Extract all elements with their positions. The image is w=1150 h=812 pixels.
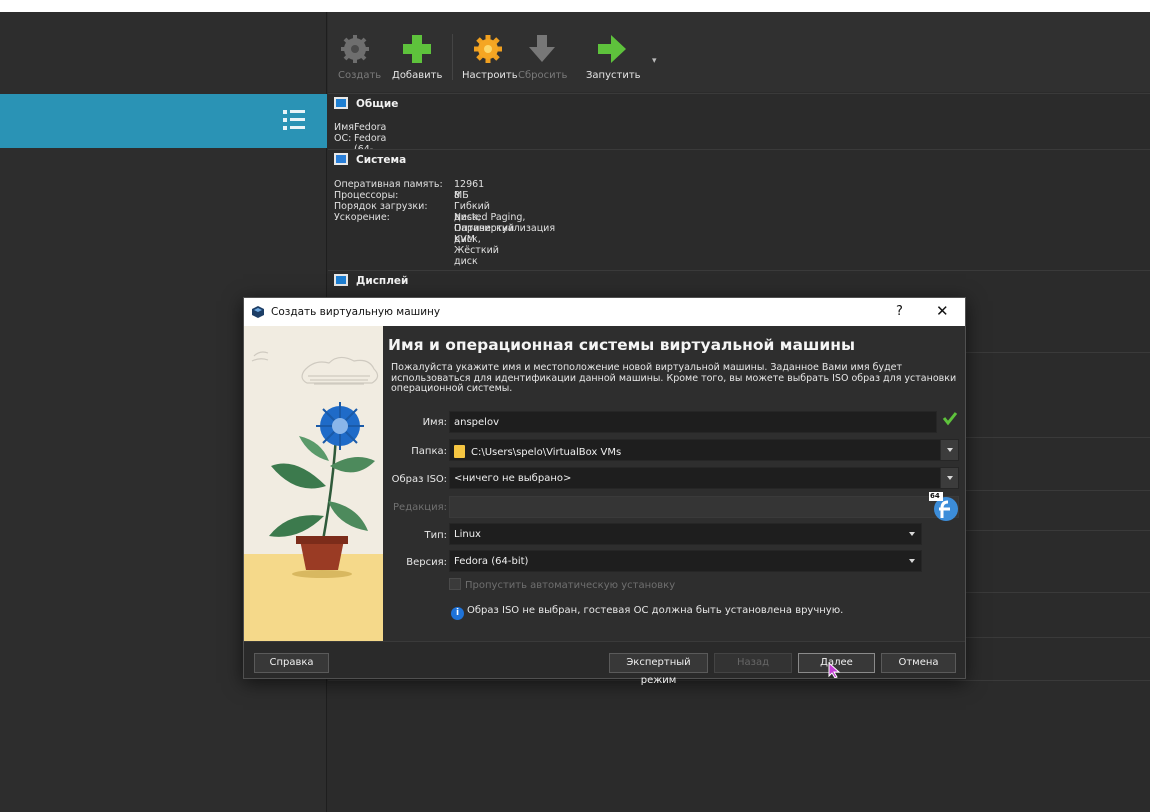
system-key: Ускорение: <box>334 212 390 223</box>
type-dropdown-icon[interactable] <box>903 524 921 544</box>
folder-label: Папка: <box>411 446 447 457</box>
display-section-header: Дисплей <box>334 274 408 290</box>
folder-dropdown-icon[interactable] <box>940 440 958 460</box>
iso-label: Образ ISO: <box>391 474 447 485</box>
tools-item[interactable] <box>0 94 327 148</box>
wizard-heading: Имя и операционная системы виртуальной м… <box>388 336 855 354</box>
general-section-title: Общие <box>356 98 399 110</box>
list-menu-icon[interactable] <box>283 108 305 132</box>
dialog-title: Создать виртуальную машину <box>271 306 441 318</box>
edition-label: Редакция: <box>393 502 447 513</box>
dialog-titlebar[interactable]: Создать виртуальную машину ? ✕ <box>244 298 965 326</box>
name-field-value: anspelov <box>454 417 499 428</box>
system-row: Ускорение: Nested Paging, Паравиртуализа… <box>334 212 555 245</box>
system-key: Оперативная память: <box>334 179 443 190</box>
iso-value: <ничего не выбрано> <box>454 473 572 484</box>
toolbar-separator <box>452 34 453 80</box>
info-icon: i <box>451 607 464 620</box>
monitor-icon <box>334 97 348 109</box>
start-button-label: Запустить <box>586 70 641 81</box>
system-row: Порядок загрузки: Гибкий диск, Оптически… <box>334 201 514 267</box>
system-section[interactable]: Система Оперативная память: 12961 МБ Про… <box>328 149 1150 269</box>
arrow-right-icon <box>598 35 626 63</box>
type-select[interactable]: Linux <box>449 523 922 545</box>
system-value: 8 <box>454 190 461 201</box>
expert-mode-button[interactable]: Экспертный режим <box>609 653 708 686</box>
version-value: Fedora (64-bit) <box>454 556 529 567</box>
version-label: Версия: <box>406 557 447 568</box>
settings-button[interactable]: Настроить <box>462 32 518 81</box>
start-button[interactable]: Запустить <box>586 32 641 81</box>
wizard-illustration <box>244 326 383 641</box>
iso-select[interactable]: <ничего не выбрано> <box>449 467 959 489</box>
settings-button-label: Настроить <box>462 70 518 81</box>
help-button[interactable]: Справка <box>254 653 329 673</box>
chip-icon <box>334 153 348 165</box>
check-icon <box>942 412 958 426</box>
info-message: i Образ ISO не выбран, гостевая ОС должна… <box>451 605 843 620</box>
system-key: Процессоры: <box>334 190 399 201</box>
system-section-title: Система <box>356 154 407 166</box>
settings-gear-icon <box>474 35 502 63</box>
arrow-down-icon <box>529 35 555 62</box>
create-button-label: Создать <box>338 70 382 81</box>
flower-pot-illustration <box>244 326 383 641</box>
general-os-row: ОС: Fedora (64-bit) <box>334 133 386 166</box>
reset-button-label: Сбросить <box>518 70 568 81</box>
create-button[interactable]: Создать <box>338 32 381 81</box>
skip-unattended-label: Пропустить автоматическую установку <box>465 580 676 591</box>
type-label: Тип: <box>424 530 447 541</box>
version-select[interactable]: Fedora (64-bit) <box>449 550 922 572</box>
folder-select[interactable]: C:\Users\spelo\VirtualBox VMs <box>449 439 959 461</box>
wizard-description: Пожалуйста укажите имя и местоположение … <box>391 362 957 394</box>
skip-unattended-checkbox[interactable] <box>449 578 461 590</box>
display-section[interactable]: Дисплей <box>328 270 1150 300</box>
cancel-button[interactable]: Отмена <box>881 653 956 673</box>
info-text: Образ ISO не выбран, гостевая ОС должна … <box>467 605 844 616</box>
general-section[interactable]: Общие Имя: Fedora ОС: Fedora (64-bit) <box>328 93 1150 166</box>
display-icon <box>334 274 348 286</box>
wizard-content: Имя и операционная системы виртуальной м… <box>383 326 965 641</box>
display-section-title: Дисплей <box>356 275 409 287</box>
general-os-key: ОС: <box>334 133 352 144</box>
system-key: Порядок загрузки: <box>334 201 428 212</box>
general-section-header: Общие <box>334 97 398 113</box>
system-row: Процессоры: 8 <box>334 190 460 201</box>
main-toolbar: Создать Добавить Настроить Сбросить Запу… <box>328 12 1150 92</box>
close-icon[interactable]: ✕ <box>936 302 949 320</box>
dialog-footer: Справка Экспертный режим Назад Далее Отм… <box>244 641 965 686</box>
create-vm-dialog: Создать виртуальную машину ? ✕ Имя и опе… <box>243 297 966 686</box>
general-name-row: Имя: Fedora <box>334 122 386 133</box>
version-dropdown-icon[interactable] <box>903 551 921 571</box>
system-row: Оперативная память: 12961 МБ <box>334 179 484 201</box>
name-field[interactable]: anspelov <box>449 411 937 433</box>
name-label: Имя: <box>422 417 447 428</box>
system-value: Nested Paging, Паравиртуализация KVM <box>454 212 556 245</box>
system-section-header: Система <box>334 153 406 169</box>
start-dropdown-icon[interactable]: ▾ <box>652 56 657 66</box>
virtualbox-icon <box>252 306 264 318</box>
help-icon[interactable]: ? <box>896 304 903 319</box>
add-button[interactable]: Добавить <box>392 32 442 81</box>
reset-button[interactable]: Сбросить <box>518 32 568 81</box>
back-button[interactable]: Назад <box>714 653 792 673</box>
folder-value: C:\Users\spelo\VirtualBox VMs <box>471 447 622 458</box>
section-divider <box>328 680 1150 681</box>
add-button-label: Добавить <box>392 70 443 81</box>
edition-select[interactable] <box>449 496 959 518</box>
mouse-cursor-icon <box>828 662 841 678</box>
gear-icon <box>341 35 369 63</box>
type-value: Linux <box>454 529 481 540</box>
general-name-value: Fedora <box>354 122 387 133</box>
fedora-os-icon: 64 <box>929 492 959 522</box>
folder-icon <box>454 445 465 458</box>
os-64-badge: 64 <box>930 492 940 500</box>
plus-icon <box>403 35 431 63</box>
skip-unattended-row[interactable]: Пропустить автоматическую установку <box>449 578 675 591</box>
iso-dropdown-icon[interactable] <box>940 468 958 488</box>
